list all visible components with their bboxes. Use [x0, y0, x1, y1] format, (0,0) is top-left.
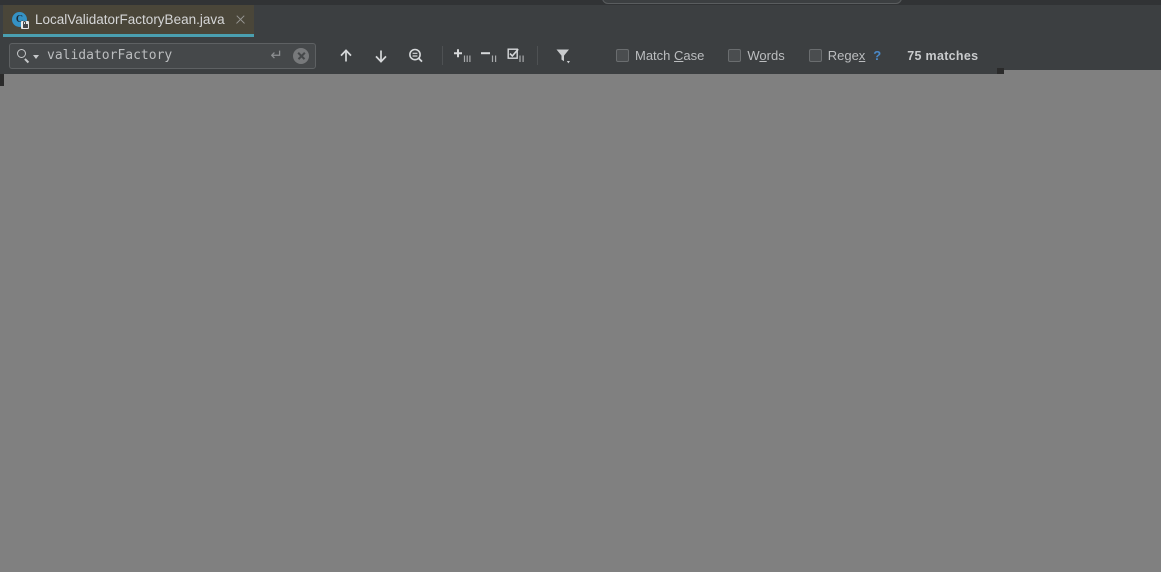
- words-checkbox-box[interactable]: [728, 49, 742, 62]
- regex-label: Regex: [827, 48, 866, 63]
- remove-selection-icon: [480, 51, 496, 62]
- remove-occurrence-button[interactable]: [475, 42, 502, 69]
- words-label: Words: [747, 48, 785, 63]
- match-case-checkbox-box[interactable]: [616, 49, 629, 62]
- close-icon[interactable]: [234, 13, 247, 26]
- arrow-down-icon: [374, 50, 387, 63]
- arrow-up-icon: [339, 48, 352, 61]
- filter-funnel-icon: [556, 49, 570, 63]
- match-count-status: 75 matches: [907, 48, 979, 63]
- regex-checkbox[interactable]: Regex: [808, 48, 866, 63]
- toolbar-separator-2: [537, 46, 538, 65]
- words-checkbox[interactable]: Words: [728, 48, 785, 63]
- chevron-down-icon[interactable]: [33, 55, 39, 59]
- clear-search-icon[interactable]: [293, 47, 309, 64]
- search-icon: [16, 48, 31, 63]
- match-case-label: Match Case: [635, 48, 705, 63]
- editor-dim-overlay: [4, 74, 1161, 572]
- partial-popup-stub: [602, 0, 902, 4]
- add-occurrence-button[interactable]: [448, 42, 475, 69]
- enter-return-icon: ↵: [270, 47, 283, 64]
- magnifier-list-icon: [408, 48, 423, 62]
- search-input[interactable]: validatorFactory ↵: [9, 42, 316, 69]
- select-all-occurrences-button[interactable]: [502, 42, 529, 69]
- find-toolbar: validatorFactory ↵ Match Case Words Rege…: [0, 37, 1161, 74]
- select-all-occurrences-icon: [507, 48, 524, 62]
- regex-help-link[interactable]: ?: [873, 48, 881, 63]
- find-previous-button[interactable]: [332, 42, 359, 69]
- ide-window: C LocalValidatorFactoryBean.java validat…: [0, 0, 1161, 572]
- editor-tab-strip: C LocalValidatorFactoryBean.java: [0, 5, 1161, 37]
- regex-checkbox-box[interactable]: [808, 49, 822, 62]
- match-case-checkbox[interactable]: Match Case: [616, 48, 704, 63]
- editor-tab-local-validator-factory-bean[interactable]: C LocalValidatorFactoryBean.java: [3, 5, 254, 37]
- toolbar-separator-1: [442, 46, 443, 65]
- editor-tab-title: LocalValidatorFactoryBean.java: [35, 12, 225, 27]
- search-input-value: validatorFactory: [47, 48, 173, 63]
- filter-button[interactable]: [549, 42, 576, 69]
- lock-badge-icon: [21, 20, 29, 29]
- find-next-button[interactable]: [367, 42, 394, 69]
- java-class-private-icon: C: [12, 11, 29, 29]
- add-selection-icon: [453, 48, 470, 62]
- find-all-button[interactable]: [402, 42, 429, 69]
